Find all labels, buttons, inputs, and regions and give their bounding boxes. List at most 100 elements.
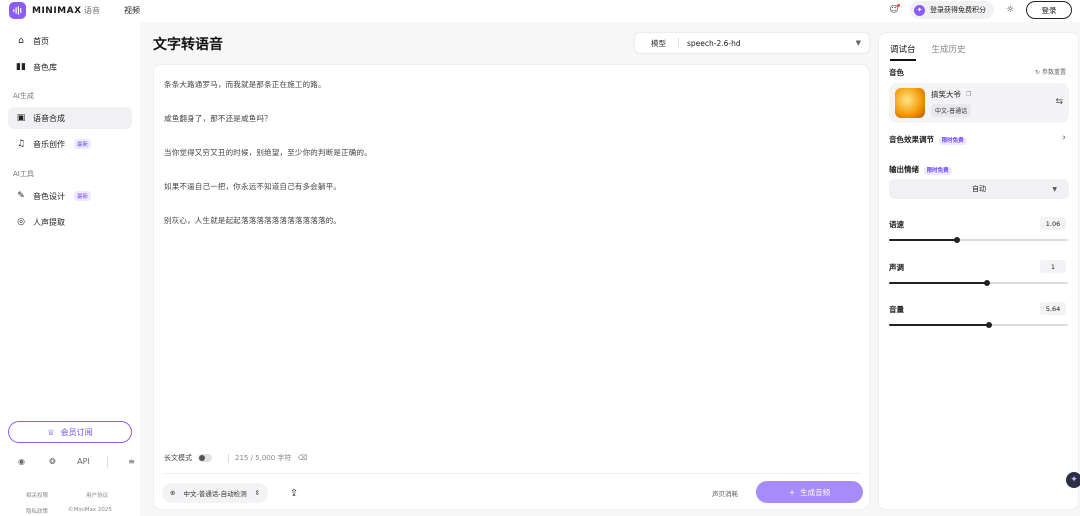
music-note-icon: ♫ [16,139,26,149]
sidebar-item-label: 人声提取 [33,217,65,227]
reset-params-button[interactable]: ↻ 参数重置 [1035,67,1066,76]
robot-icon[interactable]: ☺ [886,2,902,18]
effect-label: 音色效果调节 [889,135,934,144]
sidebar-item-label: 音乐创作 [33,139,65,149]
vip-label: 会员订阅 [60,427,93,437]
sidebar-item-label: 音色设计 [33,191,65,201]
speed-label: 语速 [889,220,904,229]
sidebar-item-label: 音色库 [33,62,57,72]
pitch-slider[interactable] [889,280,1068,286]
slider-knob[interactable] [986,322,993,328]
swap-icon[interactable]: ⇆ [1055,97,1063,107]
tab-debug[interactable]: 调试台 [890,43,916,61]
text-paragraph[interactable]: 当你觉得又穷又丑的时候，别绝望，至少你的判断是正确的。 [164,147,372,158]
emotion-value: 自动 [972,185,986,193]
tab-speech[interactable]: 语音 [84,5,100,16]
home-icon: ⌂ [18,36,24,46]
upload-icon[interactable]: ⇪ [284,483,304,503]
free-credits-button[interactable]: ✦ 登录获得免费积分 [910,1,994,19]
char-count: 215 / 5,000 字符 [235,454,292,462]
new-badge: 最新 [74,191,92,201]
panel-tabs: 调试台 生成历史 [890,43,966,61]
text-paragraph[interactable]: 咸鱼翻身了，那不还是咸鱼吗？ [164,113,272,124]
tab-video[interactable]: 视频 [124,5,140,16]
volume-slider[interactable] [889,322,1068,328]
model-value: speech-2.6-hd [687,38,741,48]
discord-icon[interactable]: ◉ [14,454,29,469]
sidebar-item-voice-design[interactable]: ✎ 音色设计 最新 [8,185,132,207]
sidebar: ⌂ 首页 ▮▮ 音色库 AI生成 ▣ 语音合成 ♫ 音乐创作 最新 AI工具 ✎… [0,22,140,516]
volume-value[interactable]: 5.64 [1040,302,1066,315]
footer-link-terms[interactable]: 用户协议 [86,491,108,499]
sun-icon[interactable]: ☼ [1002,2,1018,18]
footer-link-permissions[interactable]: 相关权限 [26,491,48,499]
voice-name-row: 搞笑大爷 ❐ [931,89,971,100]
footer-row-1: 相关权限 用户协议 [26,491,108,499]
effect-label-row[interactable]: 音色效果调节 限时免费 [889,134,967,145]
notification-dot [897,4,900,7]
pitch-value[interactable]: 1 [1040,260,1066,273]
chevron-right-icon[interactable]: › [1062,133,1066,143]
sparkle-icon: ✦ [914,4,925,16]
text-paragraph[interactable]: 别灰心，人生就是起起落落落落落落落落落落落的。 [164,215,341,226]
vip-subscribe-button[interactable]: ♕ 会员订阅 [8,421,132,443]
volume-label: 音量 [889,305,904,314]
reset-label: 参数重置 [1041,69,1066,76]
bars-icon: ▮▮ [16,62,26,72]
login-button[interactable]: 登录 [1026,1,1072,19]
brand-name: MINIMAX [32,5,82,16]
sidebar-item-speech-synthesis[interactable]: ▣ 语音合成 [8,107,132,129]
voice-avatar [895,88,925,118]
footer-copyright: ©MiniMax 2025 [68,507,112,513]
footer-link-privacy[interactable]: 隐私政策 [26,507,48,515]
assistant-sparkle-icon[interactable]: ✦ [1066,472,1080,488]
voice-design-icon: ✎ [17,191,25,201]
crown-icon: ♕ [47,427,55,437]
limited-free-badge: 限时免费 [938,137,967,145]
long-text-mode-toggle[interactable]: 长文模式 [164,453,212,463]
text-paragraph[interactable]: 如果不逼自己一把，你永远不知道自己有多会躺平。 [164,181,341,192]
section-ai-tools: AI工具 [13,170,34,178]
generate-label: 生成音频 [800,487,831,497]
sidebar-item-voice-extract[interactable]: ◎ 人声提取 [8,211,132,233]
slider-knob[interactable] [984,280,991,286]
copy-icon[interactable]: ❐ [966,91,971,98]
language-select[interactable]: ⊕ 中文-普通话-自动检测 ⇕ [162,483,269,503]
section-ai-generation: AI生成 [13,92,34,100]
sidebar-item-voice-library[interactable]: ▮▮ 音色库 [8,56,132,78]
speed-value[interactable]: 1.06 [1040,217,1066,230]
slider-knob[interactable] [954,237,961,243]
model-select[interactable]: 模型 speech-2.6-hd ▼ [634,32,870,54]
menu-icon[interactable]: ≡ [124,454,139,469]
wechat-icon[interactable]: ❂ [45,454,60,469]
toggle-switch[interactable] [198,454,212,462]
tab-history[interactable]: 生成历史 [932,43,966,61]
settings-panel: 调试台 生成历史 音色 ↻ 参数重置 搞笑大爷 ❐ 中文-普通话 ⇆ 音色效果调… [878,32,1079,510]
sidebar-item-music[interactable]: ♫ 音乐创作 最新 [8,133,132,155]
long-text-label: 长文模式 [164,454,192,462]
emotion-label: 输出情绪 [889,165,919,174]
text-editor[interactable]: 条条大路通罗马，而我就是那条正在施工的路。 咸鱼翻身了，那不还是咸鱼吗？ 当你觉… [153,64,870,510]
voice-name: 搞笑大爷 [931,90,961,99]
sidebar-item-home[interactable]: ⌂ 首页 [8,30,132,52]
emotion-select[interactable]: 自动 ▼ [889,179,1069,199]
social-links: ◉ ❂ API ≡ [14,454,139,469]
char-counter: 215 / 5,000 字符 ⌫ [228,453,307,463]
sidebar-item-label: 首页 [33,36,49,46]
clean-icon[interactable]: ⌫ [297,454,307,462]
credit-cost-label: 声贝消耗 [712,490,738,498]
footer-row-2: 隐私政策 ©MiniMax 2025 [26,507,112,515]
generate-audio-button[interactable]: + 生成音频 [756,481,863,503]
slider-fill [889,282,988,284]
slider-fill [889,239,958,241]
page-title: 文字转语音 [153,37,223,53]
audio-wave-icon: ◎ [17,217,25,227]
brand-logo[interactable]: MINIMAX [9,2,82,19]
divider [164,473,861,474]
api-link[interactable]: API [76,454,91,469]
text-paragraph[interactable]: 条条大路通罗马，而我就是那条正在施工的路。 [164,79,326,90]
speed-slider[interactable] [889,237,1068,243]
voice-card[interactable]: 搞笑大爷 ❐ 中文-普通话 ⇆ [889,83,1069,123]
speech-icon: ▣ [16,113,26,123]
top-bar: MINIMAX 语音 视频 ☺ ✦ 登录获得免费积分 ☼ 登录 [0,0,1080,22]
